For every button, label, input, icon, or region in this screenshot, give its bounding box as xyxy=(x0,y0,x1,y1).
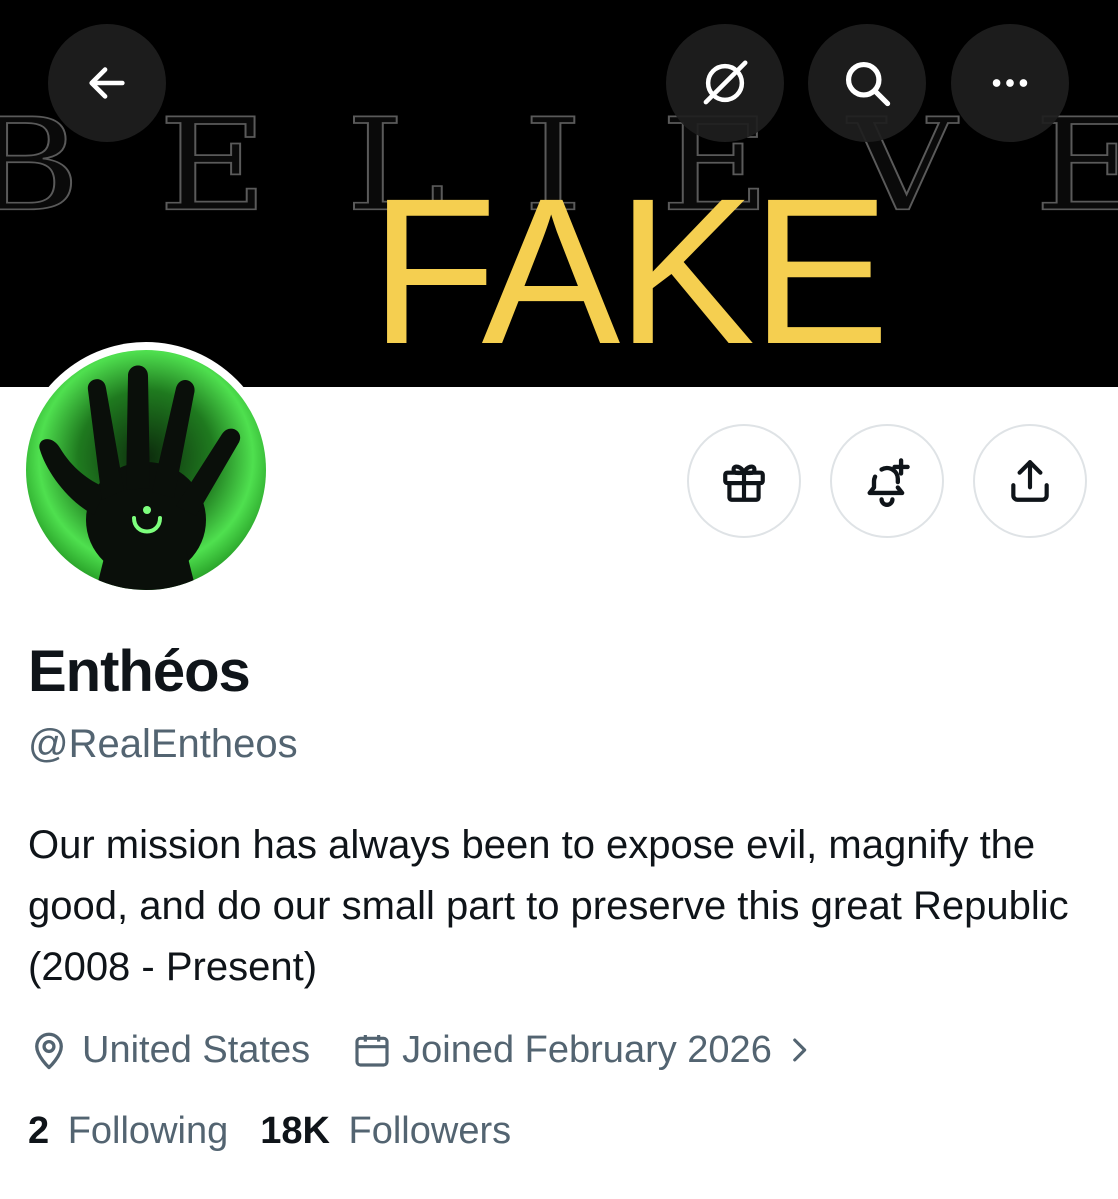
calendar-icon xyxy=(355,1035,389,1067)
followers-link[interactable]: 18K Followers xyxy=(260,1110,511,1153)
location-text: United States xyxy=(82,1028,311,1071)
more-button[interactable] xyxy=(951,24,1069,142)
hand-image xyxy=(39,365,241,590)
more-horizontal-icon xyxy=(992,79,1028,87)
grok-icon xyxy=(703,60,748,105)
grok-button[interactable] xyxy=(666,24,784,142)
profile-banner[interactable]: BELIEVE FAKE xyxy=(0,0,1118,387)
share-button[interactable] xyxy=(973,424,1087,538)
followers-count: 18K xyxy=(260,1110,330,1152)
following-label: Following xyxy=(67,1110,229,1152)
following-count: 2 xyxy=(28,1110,50,1152)
following-link[interactable]: 2 Following xyxy=(28,1110,228,1153)
display-name: Enthéos xyxy=(28,639,251,704)
search-button[interactable] xyxy=(808,24,926,142)
joined-text: Joined February 2026 xyxy=(402,1028,772,1071)
gift-button[interactable] xyxy=(687,424,801,538)
search-icon xyxy=(845,61,891,107)
share-icon xyxy=(1011,460,1049,502)
profile-meta: United States Joined February 2026 xyxy=(28,1024,816,1076)
banner-stamp-text: FAKE xyxy=(370,156,890,387)
profile-stats: 2 Following 18K Followers xyxy=(28,1110,511,1153)
avatar-image xyxy=(26,350,266,590)
gift-icon xyxy=(723,464,765,502)
location: United States xyxy=(28,1029,310,1072)
arrow-left-icon xyxy=(89,67,125,99)
joined-date[interactable]: Joined February 2026 xyxy=(352,1029,816,1072)
avatar[interactable] xyxy=(18,342,274,598)
location-pin-icon xyxy=(35,1032,63,1070)
notifications-button[interactable] xyxy=(830,424,944,538)
bell-plus-icon xyxy=(867,458,910,507)
back-button[interactable] xyxy=(48,24,166,142)
chevron-right-icon xyxy=(793,1038,807,1062)
bio: Our mission has always been to expose ev… xyxy=(28,823,1069,989)
handle: @RealEntheos xyxy=(28,722,298,766)
followers-label: Followers xyxy=(348,1110,512,1152)
